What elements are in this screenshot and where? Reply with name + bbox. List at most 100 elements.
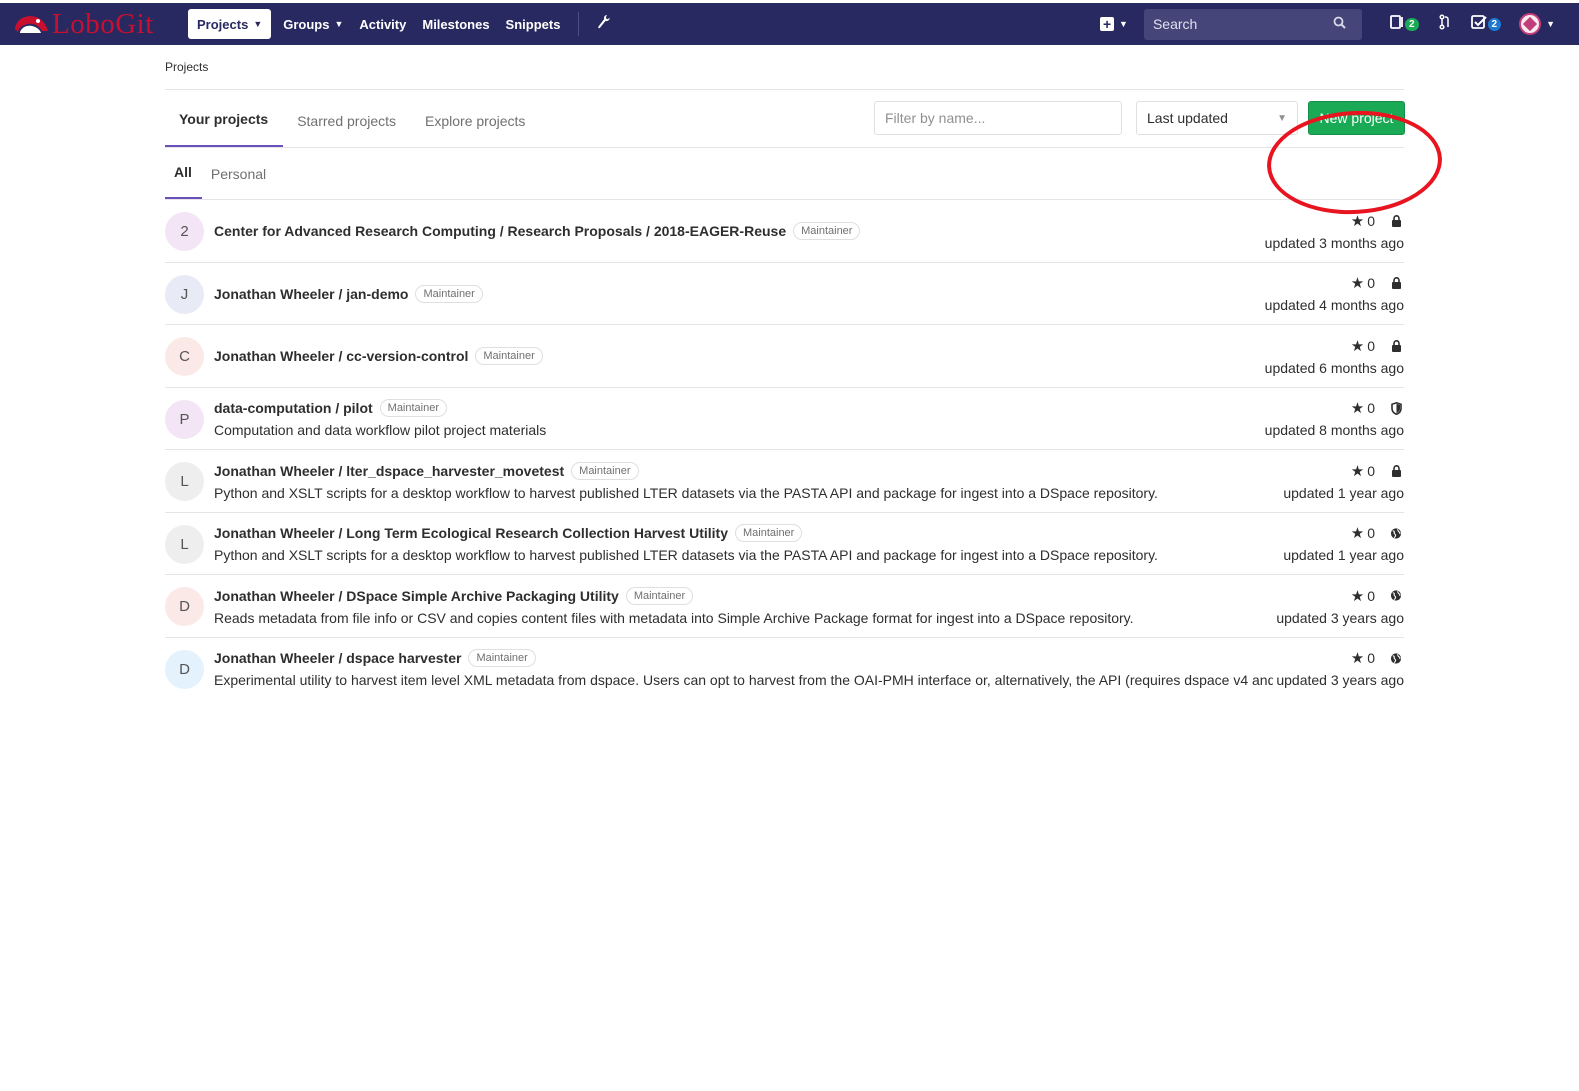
star-icon[interactable]: ★ (1351, 337, 1364, 355)
nav-milestones[interactable]: Milestones (414, 9, 497, 39)
star-count[interactable]: 0 (1367, 400, 1375, 416)
wrench-icon[interactable] (591, 14, 617, 35)
issues-link[interactable]: 2 (1390, 14, 1419, 34)
todo-check-icon (1470, 14, 1487, 34)
chevron-down-icon: ▼ (334, 19, 344, 29)
tab-your-projects[interactable]: Your projects (165, 89, 284, 147)
nav-groups[interactable]: Groups ▼ (275, 9, 351, 39)
project-row: L Jonathan Wheeler / Long Term Ecological… (165, 513, 1404, 575)
project-name-link[interactable]: Jonathan Wheeler / Long Term Ecological … (214, 525, 728, 541)
star-icon[interactable]: ★ (1351, 399, 1364, 417)
globe-icon (1390, 652, 1402, 665)
merge-request-icon (1438, 14, 1451, 34)
project-avatar[interactable]: D (165, 587, 204, 626)
nav-snippets[interactable]: Snippets (498, 9, 569, 39)
issues-icon (1390, 14, 1404, 34)
project-avatar[interactable]: C (165, 337, 204, 376)
project-avatar-letter: D (179, 660, 190, 678)
project-description: Computation and data workflow pilot proj… (214, 422, 547, 438)
nav-divider (578, 12, 580, 36)
tab-explore-projects[interactable]: Explore projects (411, 89, 540, 147)
star-icon[interactable]: ★ (1351, 587, 1364, 605)
issues-count-badge: 2 (1404, 17, 1419, 31)
project-meta: ★ 0 updated 3 years ago (1273, 575, 1404, 637)
project-meta: ★ 0 updated 4 months ago (1261, 263, 1404, 325)
chevron-down-icon: ▼ (253, 19, 263, 29)
new-dropdown-button[interactable]: + ▼ (1100, 17, 1128, 31)
project-info: Jonathan Wheeler / Long Term Ecological … (214, 513, 1158, 575)
brand-name: LoboGit (52, 7, 154, 40)
lock-icon (1390, 214, 1402, 227)
project-name-link[interactable]: Jonathan Wheeler / jan-demo (214, 286, 408, 302)
project-name-link[interactable]: data-computation / pilot (214, 400, 373, 416)
project-row: J Jonathan Wheeler / jan-demo Maintainer ★ 0… (165, 263, 1404, 325)
star-icon[interactable]: ★ (1351, 524, 1364, 542)
search-input[interactable] (1152, 16, 1333, 32)
project-avatar-letter: P (179, 410, 190, 428)
chevron-down-icon: ▼ (1119, 19, 1128, 29)
nav-snippets-label: Snippets (505, 16, 561, 32)
project-filter-subtabs: All Personal (165, 148, 1404, 200)
project-name-link[interactable]: Jonathan Wheeler / dspace harvester (214, 650, 461, 666)
project-list: 2 Center for Advanced Research Computing … (165, 200, 1404, 700)
project-description: Reads metadata from file info or CSV and… (214, 609, 1134, 626)
project-meta: ★ 0 updated 3 months ago (1261, 200, 1404, 262)
nav-activity[interactable]: Activity (351, 9, 414, 39)
project-avatar[interactable]: P (165, 399, 204, 439)
project-meta: ★ 0 updated 1 year ago (1280, 513, 1404, 575)
project-tabs-bar: Your projects Starred projects Explore p… (165, 89, 1445, 219)
search-box (1143, 8, 1362, 40)
project-info: data-computation / pilot Maintainer Comput… (214, 388, 546, 450)
subtab-personal[interactable]: Personal (202, 147, 276, 199)
project-info: Center for Advanced Research Computing /… (214, 200, 861, 262)
project-meta: ★ 0 updated 8 months ago (1261, 388, 1404, 450)
star-icon[interactable]: ★ (1351, 212, 1364, 230)
nav-projects-label: Projects (197, 16, 249, 32)
todos-link[interactable]: 2 (1470, 14, 1502, 34)
project-name-link[interactable]: Jonathan Wheeler / cc-version-control (214, 348, 468, 364)
project-name-link[interactable]: Jonathan Wheeler / lter_dspace_harvester… (214, 463, 564, 479)
project-description: Python and XSLT scripts for a desktop wo… (214, 484, 1158, 501)
filter-by-name-input[interactable] (874, 101, 1122, 135)
project-meta: ★ 0 updated 3 years ago (1273, 638, 1404, 700)
updated-timestamp: updated 1 year ago (1280, 547, 1404, 563)
star-icon[interactable]: ★ (1351, 649, 1364, 667)
project-avatar[interactable]: L (165, 462, 204, 501)
new-project-button[interactable]: New project (1308, 101, 1405, 135)
star-count[interactable]: 0 (1367, 463, 1375, 479)
star-icon[interactable]: ★ (1351, 274, 1364, 292)
star-count[interactable]: 0 (1367, 588, 1375, 604)
plus-icon: + (1100, 17, 1115, 31)
lock-icon (1390, 464, 1402, 477)
project-avatar-letter: D (179, 598, 190, 615)
merge-requests-link[interactable] (1438, 14, 1451, 34)
project-avatar[interactable]: J (165, 274, 204, 314)
project-avatar[interactable]: L (165, 524, 204, 564)
project-avatar-letter: C (179, 348, 190, 365)
star-icon[interactable]: ★ (1351, 462, 1364, 480)
role-badge: Maintainer (415, 284, 483, 303)
brand-logo-link[interactable]: LoboGit (12, 3, 182, 45)
star-count[interactable]: 0 (1367, 213, 1375, 229)
shield-icon (1390, 401, 1402, 415)
star-count[interactable]: 0 (1367, 525, 1375, 541)
subtab-all[interactable]: All (165, 147, 202, 199)
user-menu-button[interactable]: ▼ (1519, 13, 1555, 35)
project-name-link[interactable]: Center for Advanced Research Computing /… (214, 223, 786, 239)
breadcrumb-projects[interactable]: Projects (165, 60, 208, 74)
project-name-link[interactable]: Jonathan Wheeler / DSpace Simple Archive… (214, 588, 619, 604)
todos-count-badge: 2 (1487, 17, 1502, 31)
globe-icon (1390, 589, 1402, 602)
star-count[interactable]: 0 (1367, 275, 1375, 291)
sort-dropdown[interactable]: Last updated ▼ (1136, 101, 1298, 135)
updated-timestamp: updated 8 months ago (1261, 422, 1404, 438)
star-count[interactable]: 0 (1367, 338, 1375, 354)
project-avatar[interactable]: 2 (165, 212, 204, 251)
nav-milestones-label: Milestones (422, 16, 490, 32)
project-avatar-letter: J (180, 285, 189, 303)
project-row: D Jonathan Wheeler / dspace harvester Main… (165, 638, 1404, 701)
star-count[interactable]: 0 (1367, 650, 1375, 666)
project-avatar[interactable]: D (165, 649, 204, 689)
tab-starred-projects[interactable]: Starred projects (283, 89, 411, 147)
nav-projects[interactable]: Projects ▼ (188, 9, 272, 39)
